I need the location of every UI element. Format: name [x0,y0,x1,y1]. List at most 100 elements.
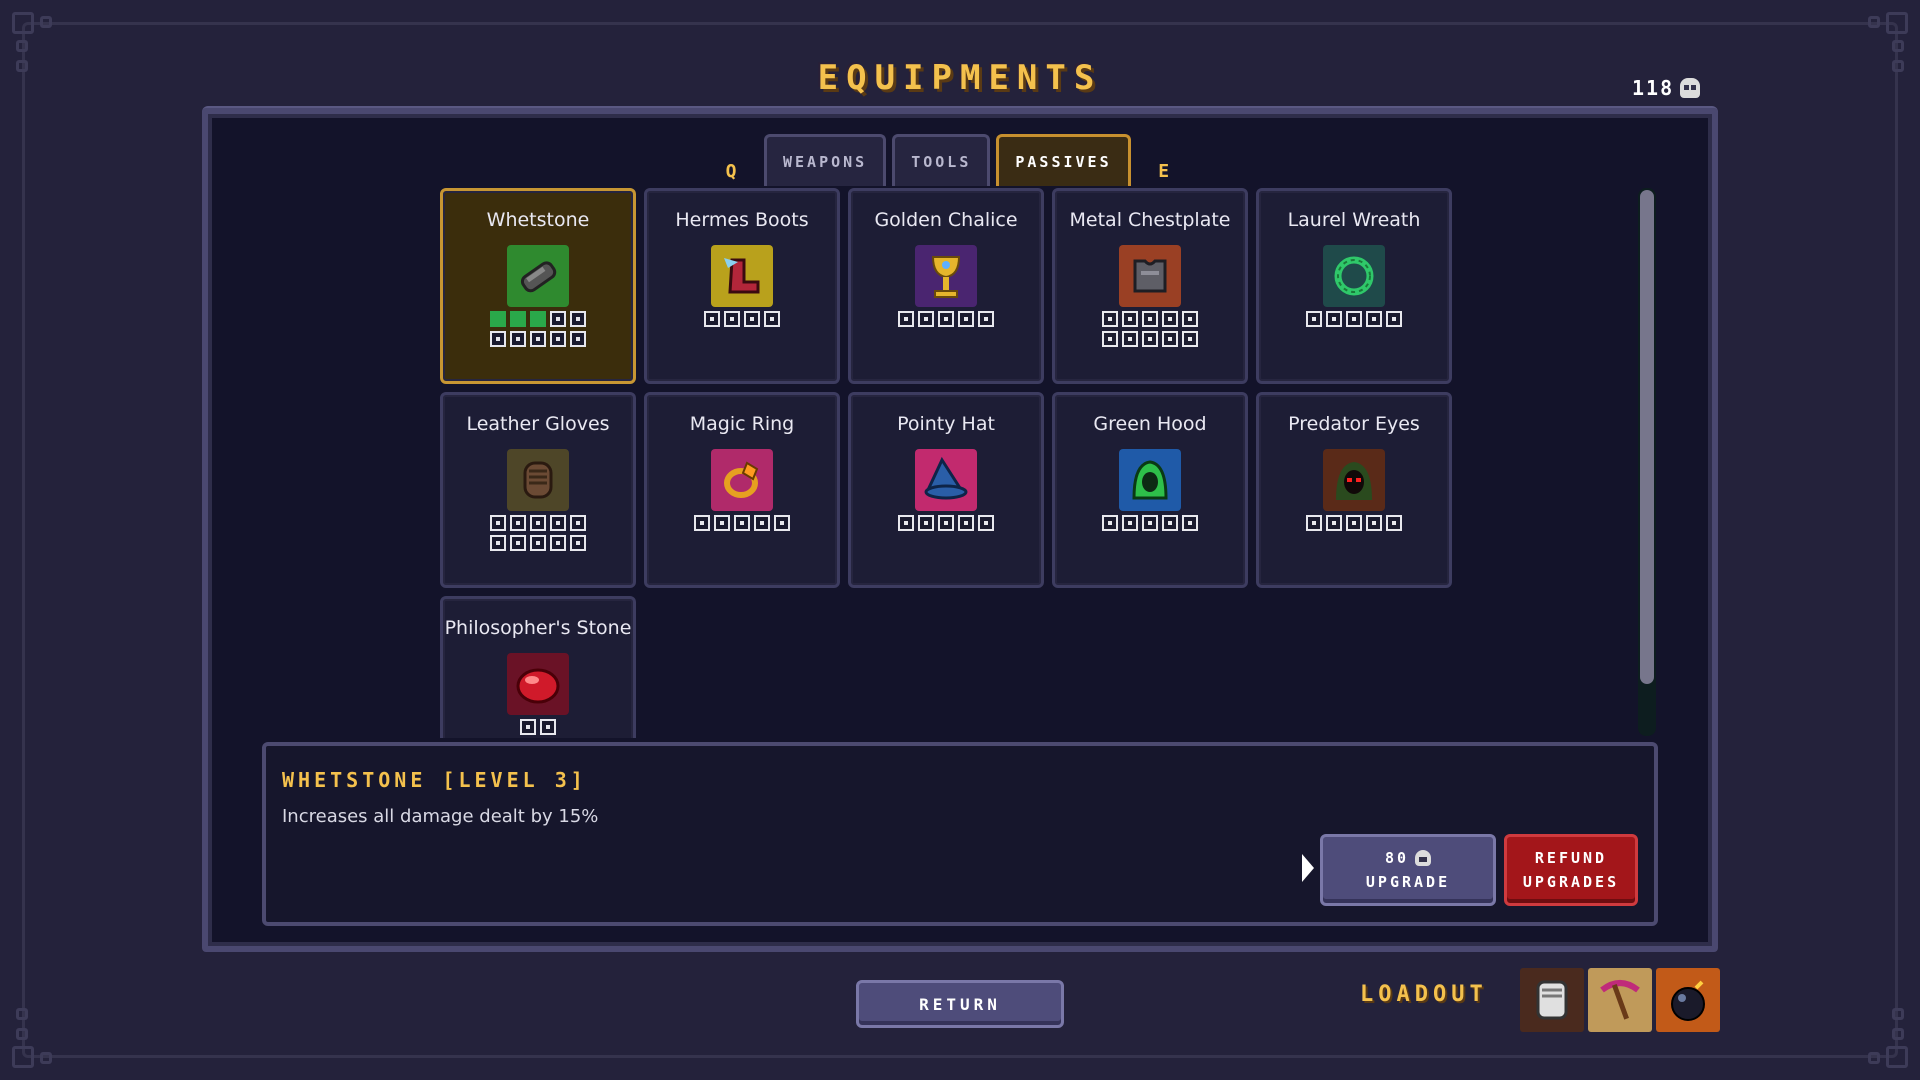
level-pips [482,311,594,347]
tab-tools[interactable]: TOOLS [892,134,991,186]
level-pip-empty [490,331,506,347]
level-pip-empty [540,719,556,735]
item-name: Hermes Boots [675,209,809,231]
item-card-metal-chestplate[interactable]: Metal Chestplate [1052,188,1248,384]
level-pip-empty [1102,311,1118,327]
level-pips [1094,515,1206,531]
item-card-green-hood[interactable]: Green Hood [1052,392,1248,588]
level-pip-filled [510,311,526,327]
item-name: Pointy Hat [897,413,995,435]
upgrade-cost-amount: 80 [1384,849,1410,867]
level-pip-empty [550,535,566,551]
item-card-whetstone[interactable]: Whetstone [440,188,636,384]
level-pip-empty [570,535,586,551]
bomb-icon[interactable] [1656,968,1720,1032]
whetstone-icon [507,245,569,307]
hood-icon [1119,449,1181,511]
upgrade-button[interactable]: 80 UPGRADE [1320,834,1496,906]
item-card-pointy-hat[interactable]: Pointy Hat [848,392,1044,588]
next-tab-key[interactable]: E [1149,161,1179,182]
level-pips [1298,515,1410,531]
level-pips [1094,311,1206,347]
winged-boot-icon [711,245,773,307]
level-pip-empty [1102,331,1118,347]
glove-icon [507,449,569,511]
item-card-golden-chalice[interactable]: Golden Chalice [848,188,1044,384]
selection-arrow-icon [1302,854,1314,882]
item-card-magic-ring[interactable]: Magic Ring [644,392,840,588]
level-pip-empty [958,311,974,327]
level-pip-empty [1162,331,1178,347]
level-pip-empty [1326,311,1342,327]
refund-upgrades-button[interactable]: REFUND UPGRADES [1504,834,1638,906]
pickaxe-icon[interactable] [1588,968,1652,1032]
level-pip-empty [714,515,730,531]
return-button[interactable]: RETURN [856,980,1064,1028]
level-pip-empty [898,515,914,531]
level-pip-empty [510,515,526,531]
level-pip-empty [1122,311,1138,327]
level-pip-empty [1346,311,1362,327]
level-pip-empty [958,515,974,531]
item-name: Predator Eyes [1288,413,1420,435]
skull-icon [1415,850,1432,866]
grid-scrollbar[interactable] [1638,188,1656,736]
corner-ornament [8,952,128,1072]
level-pip-empty [490,515,506,531]
item-card-predator-eyes[interactable]: Predator Eyes [1256,392,1452,588]
level-pip-empty [570,331,586,347]
level-pip-empty [1366,311,1382,327]
corner-ornament [1792,952,1912,1072]
level-pip-empty [1306,311,1322,327]
level-pip-empty [1386,311,1402,327]
gauntlet-icon[interactable] [1520,968,1584,1032]
category-tabs: Q WEAPONS TOOLS PASSIVES E [704,134,1191,186]
chestplate-icon [1119,245,1181,307]
laurel-wreath-icon [1323,245,1385,307]
level-pip-empty [1182,311,1198,327]
item-name: Philosopher's Stone [444,617,632,639]
prev-tab-key[interactable]: Q [716,161,746,182]
level-pip-empty [570,515,586,531]
level-pips [482,719,594,735]
level-pip-empty [1366,515,1382,531]
level-pip-empty [1182,331,1198,347]
level-pip-empty [1346,515,1362,531]
level-pip-empty [520,719,536,735]
level-pip-empty [1122,515,1138,531]
level-pip-empty [978,515,994,531]
tab-passives[interactable]: PASSIVES [996,134,1131,186]
level-pip-empty [744,311,760,327]
item-grid: Whetstone Hermes Boots Golden Chalice Me… [440,188,1456,738]
scrollbar-thumb[interactable] [1640,190,1654,684]
level-pip-empty [764,311,780,327]
level-pip-empty [918,311,934,327]
level-pip-empty [530,331,546,347]
level-pips [890,515,1002,531]
item-card-hermes-boots[interactable]: Hermes Boots [644,188,840,384]
level-pip-empty [898,311,914,327]
item-name: Leather Gloves [466,413,610,435]
level-pip-empty [694,515,710,531]
description-title: WHETSTONE [LEVEL 3] [282,768,587,792]
level-pip-empty [1102,515,1118,531]
level-pip-empty [704,311,720,327]
item-name: Whetstone [486,209,590,231]
currency-counter: 118 [1632,76,1701,100]
level-pips [482,515,594,551]
level-pips [686,311,798,327]
item-name: Green Hood [1093,413,1207,435]
level-pip-empty [938,311,954,327]
item-card-philosophers-stone[interactable]: Philosopher's Stone [440,596,636,738]
item-card-laurel-wreath[interactable]: Laurel Wreath [1256,188,1452,384]
item-card-leather-gloves[interactable]: Leather Gloves [440,392,636,588]
level-pip-empty [1182,515,1198,531]
level-pip-empty [1142,515,1158,531]
level-pip-empty [1162,515,1178,531]
predator-eyes-icon [1323,449,1385,511]
level-pip-empty [754,515,770,531]
tab-weapons[interactable]: WEAPONS [764,134,887,186]
level-pip-empty [530,515,546,531]
level-pip-empty [550,311,566,327]
level-pip-empty [1162,311,1178,327]
